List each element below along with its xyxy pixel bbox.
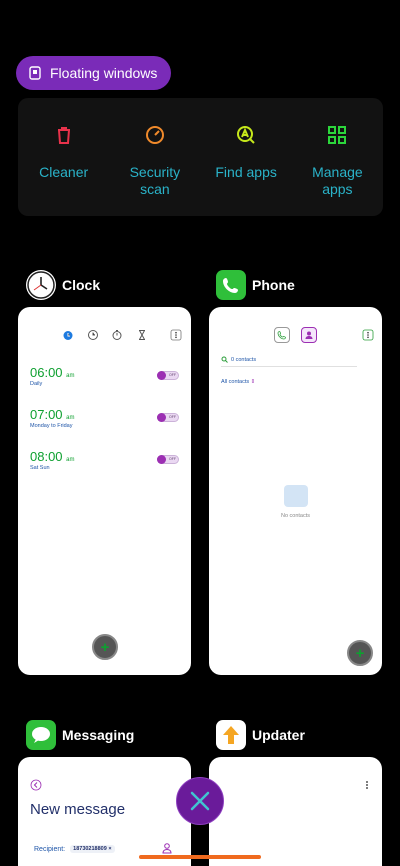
world-clock-icon[interactable]: [87, 329, 99, 341]
alarm-item[interactable]: 07:00 am Monday to Friday: [30, 407, 75, 429]
recipient-field[interactable]: Recipient: 18730218809 ×: [34, 845, 115, 853]
floating-windows-button[interactable]: Floating windows: [16, 56, 172, 90]
alarm-repeat: Monday to Friday: [30, 423, 73, 429]
add-icon: +: [355, 644, 365, 662]
tab-calls[interactable]: [274, 327, 290, 343]
clock-app-header[interactable]: Clock: [26, 270, 100, 300]
alarm-time: 07:00: [30, 407, 63, 422]
gauge-icon: [145, 126, 164, 144]
clear-all-button[interactable]: [176, 777, 224, 825]
messaging-app-name: Messaging: [62, 727, 135, 743]
clock-app-name: Clock: [62, 277, 101, 293]
messaging-app-card[interactable]: New message Recipient: 18730218809 ×: [18, 757, 191, 866]
tool-security-scan[interactable]: Security scan: [109, 98, 200, 216]
tool-label: Find apps: [215, 164, 277, 180]
more-menu-icon[interactable]: [170, 329, 182, 341]
phone-app-header[interactable]: Phone: [216, 270, 295, 300]
alarm-time: 08:00: [30, 449, 63, 464]
close-icon: [190, 791, 210, 811]
recents-screen: Floating windows Cleaner Security scan F…: [0, 0, 400, 866]
contact-count: 0 contacts: [231, 356, 257, 363]
trash-icon: [57, 127, 70, 144]
tool-label: Security scan: [129, 164, 181, 197]
tab-contacts[interactable]: [301, 327, 317, 343]
contact-filter-dropdown[interactable]: All contacts ⇕: [221, 379, 255, 385]
contact-picker-icon[interactable]: [161, 842, 173, 854]
alarm-repeat: Daily: [30, 381, 43, 387]
quick-tools-panel: Cleaner Security scan Find apps Manage a…: [18, 98, 383, 216]
alarm-ampm: am: [66, 415, 75, 421]
phone-app-name: Phone: [252, 277, 295, 293]
alarm-item[interactable]: 08:00 am Sat Sun: [30, 449, 75, 471]
empty-contacts-label: No contacts: [280, 513, 311, 519]
alarm-item[interactable]: 06:00 am Daily: [30, 365, 75, 387]
add-alarm-button[interactable]: +: [92, 634, 118, 660]
stopwatch-icon[interactable]: [111, 329, 123, 341]
clock-tabs: [18, 329, 191, 343]
new-message-title: New message: [30, 801, 126, 818]
tool-find-apps[interactable]: Find apps: [201, 98, 292, 216]
toggle-state: OFF: [169, 415, 176, 419]
tool-label: Manage apps: [312, 164, 363, 197]
alarm-toggle[interactable]: OFF: [157, 413, 179, 422]
alarm-ampm: am: [66, 373, 75, 379]
updater-app-icon: [216, 720, 246, 750]
clock-app-icon: [26, 270, 56, 300]
floating-window-icon: [29, 66, 41, 80]
empty-contact-icon: [283, 485, 308, 507]
tool-cleaner[interactable]: Cleaner: [18, 98, 109, 216]
phone-icon: [277, 331, 286, 340]
toggle-state: OFF: [169, 457, 176, 461]
alarm-repeat: Sat Sun: [30, 465, 50, 471]
grid-icon: [328, 126, 347, 144]
clock-app-card[interactable]: 06:00 am Daily OFF 07:00 am Monday to Fr…: [18, 307, 191, 675]
add-contact-button[interactable]: +: [347, 640, 373, 666]
back-icon[interactable]: [30, 779, 42, 791]
messaging-app-icon: [26, 720, 56, 750]
recipient-number: 18730218809: [73, 846, 107, 852]
home-indicator[interactable]: [139, 855, 261, 859]
alarm-ampm: am: [66, 457, 75, 463]
contact-filter-label: All contacts: [221, 379, 250, 385]
floating-windows-label: Floating windows: [50, 65, 158, 81]
search-icon: [221, 356, 228, 363]
more-menu-icon[interactable]: [362, 779, 372, 791]
updater-app-name: Updater: [252, 727, 305, 743]
add-icon: +: [100, 638, 110, 656]
timer-icon[interactable]: [136, 329, 148, 341]
tool-label: Cleaner: [39, 164, 89, 180]
alarm-icon[interactable]: [62, 329, 74, 341]
toggle-state: OFF: [169, 373, 176, 377]
find-apps-icon: [237, 126, 255, 144]
chevron-updown-icon: ⇕: [250, 379, 256, 385]
alarm-toggle[interactable]: OFF: [157, 371, 179, 380]
recipient-chip[interactable]: 18730218809 ×: [70, 845, 115, 853]
alarm-time: 06:00: [30, 365, 63, 380]
tool-manage-apps[interactable]: Manage apps: [292, 98, 383, 216]
empty-contacts-state: No contacts: [209, 485, 382, 519]
more-menu-icon[interactable]: [362, 329, 374, 341]
contact-search-input[interactable]: 0 contacts: [221, 353, 357, 367]
contact-icon: [305, 331, 313, 339]
phone-app-icon: [216, 270, 246, 300]
recipient-label: Recipient:: [34, 845, 66, 853]
alarm-toggle[interactable]: OFF: [157, 455, 179, 464]
messaging-app-header[interactable]: Messaging: [26, 720, 134, 750]
updater-app-header[interactable]: Updater: [216, 720, 305, 750]
phone-app-card[interactable]: 0 contacts All contacts ⇕ No contacts +: [209, 307, 382, 675]
updater-app-card[interactable]: [209, 757, 382, 866]
